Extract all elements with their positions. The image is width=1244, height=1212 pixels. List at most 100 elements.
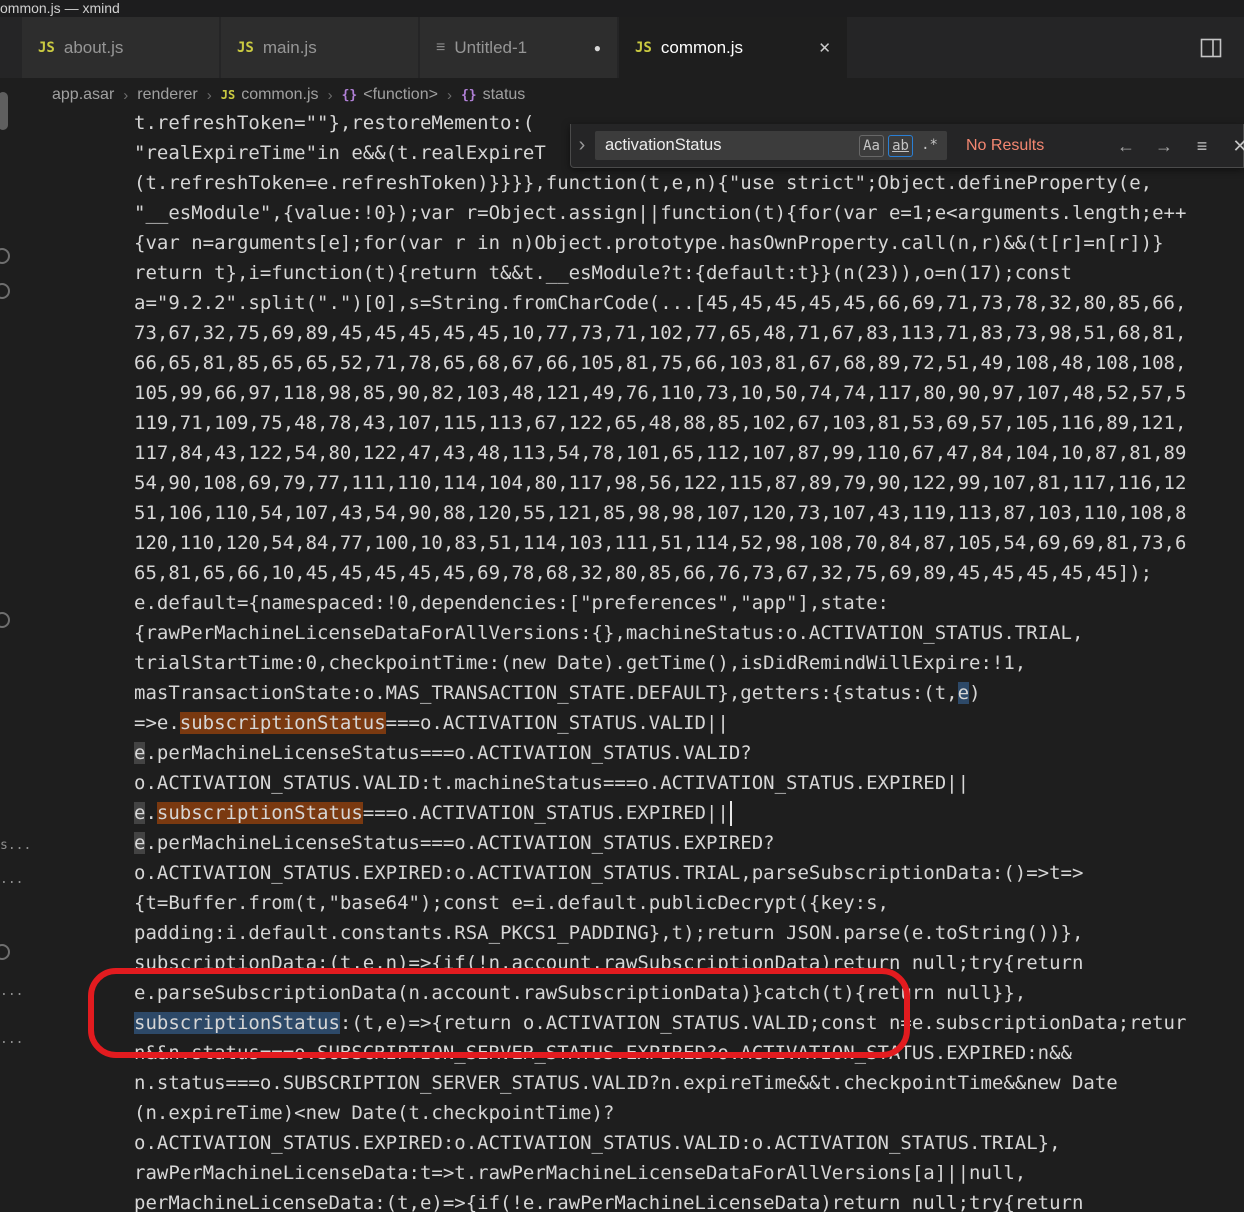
code-line: padding:i.default.constants.RSA_PKCS1_PA…	[134, 918, 1244, 948]
tab-label: common.js	[660, 37, 744, 57]
tab-common-js[interactable]: JS common.js ✕	[619, 17, 847, 78]
code-text: 117,84,43,122,54,80,122,47,43,48,113,54,…	[134, 442, 1187, 464]
code-line: masTransactionState:o.MAS_TRANSACTION_ST…	[134, 678, 1244, 708]
unsaved-dot-icon: ●	[593, 40, 601, 55]
gutter-text-fragment: s...	[0, 838, 32, 853]
code-text: ===o.ACTIVATION_STATUS.EXPIRED||	[362, 802, 729, 824]
code-line: 117,84,43,122,54,80,122,47,43,48,113,54,…	[134, 438, 1244, 468]
code-text: 105,99,66,97,118,98,85,90,82,103,48,121,…	[134, 382, 1187, 404]
code-text: .	[145, 802, 157, 824]
breadcrumb-item-renderer[interactable]: renderer	[137, 86, 197, 104]
gutter-mark-dot	[0, 283, 10, 299]
code-line: e.default={namespaced:!0,dependencies:["…	[134, 588, 1244, 618]
breadcrumb-separator-icon: ›	[206, 86, 212, 104]
previous-match-button[interactable]: ←	[1111, 124, 1141, 168]
code-text: 119,71,109,75,48,78,43,107,115,113,67,12…	[134, 412, 1187, 434]
code-text: 51,106,110,54,107,43,54,90,88,120,55,121…	[134, 502, 1187, 524]
find-input[interactable]: activationStatus Aa ab .*	[595, 131, 947, 160]
code-text: a="9.2.2".split(".")[0],s=String.fromCha…	[134, 292, 1187, 314]
breadcrumb-item--function-[interactable]: {} <function>	[342, 86, 438, 104]
code-line: e.perMachineLicenseStatus===o.ACTIVATION…	[134, 738, 1244, 768]
symbol-icon: {}	[460, 87, 477, 103]
code-text: o.ACTIVATION_STATUS.VALID:t.machineStatu…	[134, 772, 970, 794]
code-line: o.ACTIVATION_STATUS.EXPIRED:o.ACTIVATION…	[134, 1128, 1244, 1158]
code-text: rawPerMachineLicenseData:t=>t.rawPerMach…	[134, 1162, 1027, 1184]
tab-label: main.js	[262, 37, 317, 57]
breadcrumb-label: common.js	[241, 86, 319, 103]
code-text: )	[969, 682, 981, 704]
code-text: o.ACTIVATION_STATUS.EXPIRED:o.ACTIVATION…	[134, 862, 1084, 884]
code-line: rawPerMachineLicenseData:t=>t.rawPerMach…	[134, 1158, 1244, 1188]
gutter-mark-dot	[0, 248, 10, 264]
find-results-count: No Results	[966, 137, 1045, 154]
code-line: 51,106,110,54,107,43,54,90,88,120,55,121…	[134, 498, 1244, 528]
code-line: (t.refreshToken=e.refreshToken)}}}},func…	[134, 168, 1244, 198]
code-text: .perMachineLicenseStatus===o.ACTIVATION_…	[145, 832, 775, 854]
code-line: =>e.subscriptionStatus===o.ACTIVATION_ST…	[134, 708, 1244, 738]
find-in-selection-button[interactable]: ≡	[1187, 124, 1217, 168]
regex-button[interactable]: .*	[917, 135, 942, 157]
js-file-icon: JS	[38, 39, 55, 56]
js-file-icon: JS	[635, 39, 652, 56]
code-line: 54,90,108,69,79,77,111,110,114,104,80,11…	[134, 468, 1244, 498]
code-text: o.ACTIVATION_STATUS.EXPIRED:o.ACTIVATION…	[134, 1132, 1061, 1154]
whole-word-button[interactable]: ab	[888, 134, 913, 157]
code-line: trialStartTime:0,checkpointTime:(new Dat…	[134, 648, 1244, 678]
code-line: 73,67,32,75,69,89,45,45,45,45,45,10,77,7…	[134, 318, 1244, 348]
tab-label: about.js	[63, 37, 124, 57]
code-text: =>e.	[134, 712, 180, 734]
close-find-widget-button[interactable]: ✕	[1225, 124, 1244, 168]
toggle-replace-chevron-icon[interactable]: ›	[571, 124, 593, 167]
next-match-button[interactable]: →	[1149, 124, 1179, 168]
tab-main-js[interactable]: JS main.js	[221, 17, 418, 78]
gutter-mark-dot	[0, 944, 10, 960]
match-case-button[interactable]: Aa	[859, 134, 884, 157]
breadcrumb-item-app-asar[interactable]: app.asar	[52, 86, 114, 104]
code-text: ===o.ACTIVATION_STATUS.VALID||	[385, 712, 729, 734]
code-editor[interactable]: s............ t.refreshToken=""},restore…	[0, 92, 1244, 1212]
breadcrumb-label: renderer	[137, 86, 198, 103]
tab-label: Untitled-1	[454, 37, 528, 57]
js-file-icon: JS	[220, 88, 236, 102]
close-tab-icon[interactable]: ✕	[818, 39, 831, 57]
code-text: padding:i.default.constants.RSA_PKCS1_PA…	[134, 922, 1084, 944]
gutter-text-fragment: ...	[0, 1032, 24, 1047]
js-file-icon: JS	[237, 39, 254, 56]
scrollbar-fragment[interactable]	[0, 92, 8, 130]
titlebar: ommon.js — xmind	[0, 0, 1244, 17]
highlighted-text: subscriptionStatus	[156, 802, 363, 824]
tab-list: JS about.js JS main.js ≡ Untitled-1 ● JS common.…	[22, 17, 849, 78]
highlighted-text: e	[134, 802, 146, 824]
gutter-text-fragment: ...	[0, 872, 24, 887]
breadcrumb-item-common-js[interactable]: JS common.js	[221, 86, 319, 104]
highlighted-text: e	[957, 682, 970, 704]
code-text: t.refreshToken=""},restoreMemento:(	[134, 112, 535, 134]
breadcrumb: app.asar › renderer › JS common.js › {} <functio…	[0, 78, 1244, 112]
tab-about-js[interactable]: JS about.js	[22, 17, 219, 78]
tab-untitled-1[interactable]: ≡ Untitled-1 ●	[420, 17, 617, 78]
code-line: return t},i=function(t){return t&&t.__es…	[134, 258, 1244, 288]
code-line: {rawPerMachineLicenseDataForAllVersions:…	[134, 618, 1244, 648]
split-editor-icon[interactable]	[1200, 38, 1222, 58]
code-text: {t=Buffer.from(t,"base64");const e=i.def…	[134, 892, 889, 914]
code-text: 73,67,32,75,69,89,45,45,45,45,45,10,77,7…	[134, 322, 1187, 344]
breadcrumb-item-status[interactable]: {} status	[461, 86, 525, 104]
gutter-text-fragment: ...	[0, 984, 24, 999]
code-line: n.status===o.SUBSCRIPTION_SERVER_STATUS.…	[134, 1068, 1244, 1098]
find-widget: › activationStatus Aa ab .* No Results ←…	[570, 124, 1244, 168]
code-line: (n.expireTime)<new Date(t.checkpointTime…	[134, 1098, 1244, 1128]
code-text: {rawPerMachineLicenseDataForAllVersions:…	[134, 622, 1084, 644]
code-text: trialStartTime:0,checkpointTime:(new Dat…	[134, 652, 1027, 674]
breadcrumb-label: app.asar	[52, 86, 115, 103]
breadcrumb-label: status	[482, 86, 526, 103]
code-text: 54,90,108,69,79,77,111,110,114,104,80,11…	[134, 472, 1187, 494]
code-text: {var n=arguments[e];for(var r in n)Objec…	[134, 232, 1164, 254]
code-text: n.status===o.SUBSCRIPTION_SERVER_STATUS.…	[134, 1072, 1118, 1094]
breadcrumb-label: <function>	[363, 86, 438, 103]
code-line: 66,65,81,85,65,65,52,71,78,65,68,67,66,1…	[134, 348, 1244, 378]
code-line: o.ACTIVATION_STATUS.EXPIRED:o.ACTIVATION…	[134, 858, 1244, 888]
breadcrumb-separator-icon: ›	[446, 86, 452, 104]
code-line: e.perMachineLicenseStatus===o.ACTIVATION…	[134, 828, 1244, 858]
code-line: 105,99,66,97,118,98,85,90,82,103,48,121,…	[134, 378, 1244, 408]
highlighted-text: subscriptionStatus	[179, 712, 386, 734]
